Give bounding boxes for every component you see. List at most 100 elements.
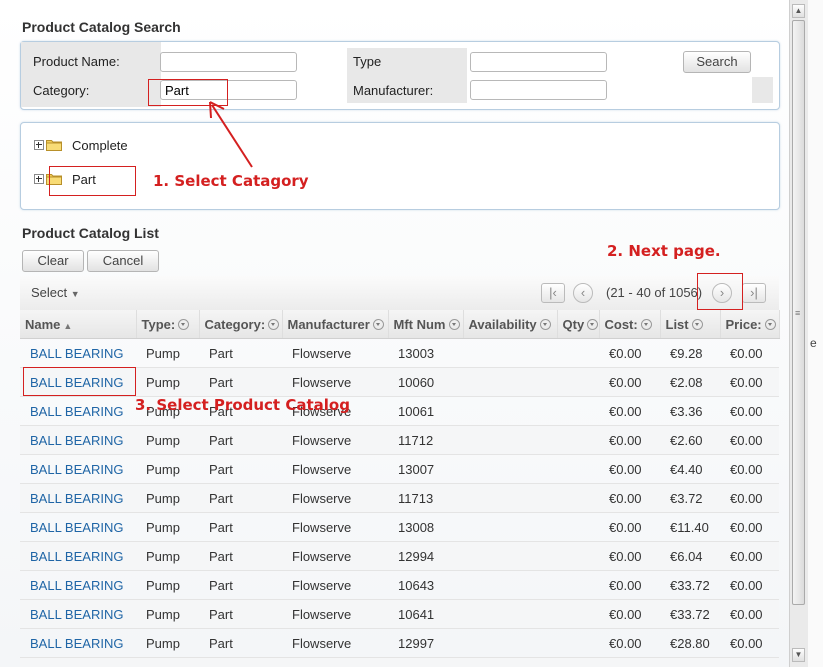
column-header-label: Cost: bbox=[604, 316, 638, 332]
vertical-scrollbar[interactable]: ▲ ≡ ▼ bbox=[789, 0, 808, 667]
manufacturer-input[interactable] bbox=[470, 80, 607, 100]
cell-name[interactable]: BALL BEARING bbox=[20, 541, 136, 571]
cell-manufacturer: Flowserve bbox=[282, 570, 388, 600]
table-row[interactable]: BALL BEARING Pump Part Flowserve 12994 €0.00 €… bbox=[20, 541, 779, 571]
cell-name[interactable]: BALL BEARING bbox=[20, 338, 136, 368]
cell-name[interactable]: BALL BEARING bbox=[20, 599, 136, 629]
column-header-mft-num[interactable]: Mft Num bbox=[388, 310, 464, 339]
table-row[interactable]: BALL BEARING Pump Part Flowserve 10643 €0.00 €… bbox=[20, 570, 779, 600]
cell-qty bbox=[557, 570, 599, 600]
table-row[interactable]: BALL BEARING Pump Part Flowserve 11712 €0.00 €… bbox=[20, 425, 779, 455]
cell-type: Pump bbox=[136, 657, 199, 667]
cell-manufacturer: Flowserve bbox=[282, 483, 388, 513]
cell-name[interactable]: BALL BEARING bbox=[20, 483, 136, 513]
cell-availability bbox=[463, 483, 557, 513]
cell-type: Pump bbox=[136, 483, 199, 513]
column-header-type[interactable]: Type: bbox=[136, 310, 200, 339]
table-row[interactable]: BALL BEARING Pump Part Flowserve 12997 €0.00 €… bbox=[20, 628, 779, 658]
last-page-icon[interactable]: ›| bbox=[742, 283, 766, 303]
cell-name[interactable]: BALL BEARING bbox=[20, 628, 136, 658]
cell-cost: €0.00 bbox=[599, 657, 660, 667]
cell-qty bbox=[557, 657, 599, 667]
column-header-price[interactable]: Price: bbox=[720, 310, 780, 339]
column-header-label: Manufacturer bbox=[287, 316, 370, 332]
cell-name[interactable]: BALL BEARING bbox=[20, 657, 136, 667]
cell-name[interactable]: BALL BEARING bbox=[20, 454, 136, 484]
scroll-down-icon[interactable]: ▼ bbox=[792, 648, 805, 662]
product-name-input[interactable] bbox=[160, 52, 297, 72]
annotation-step-3: 3. Select Product Catalog bbox=[135, 396, 350, 414]
cell-availability bbox=[463, 512, 557, 542]
table-row[interactable]: BALL BEARING Pump Part Flowserve 10641 €0.00 €… bbox=[20, 599, 779, 629]
scroll-up-icon[interactable]: ▲ bbox=[792, 4, 805, 18]
cell-cost: €0.00 bbox=[599, 541, 660, 571]
column-header-name[interactable]: Name ▲ bbox=[20, 310, 137, 339]
clear-button[interactable]: Clear bbox=[22, 250, 84, 272]
cell-list: €6.04 bbox=[660, 541, 720, 571]
select-dropdown[interactable]: Select ▼ bbox=[31, 285, 80, 300]
column-header-category[interactable]: Category: bbox=[199, 310, 283, 339]
cell-price: €0.00 bbox=[720, 338, 779, 368]
cell-name[interactable]: BALL BEARING bbox=[20, 512, 136, 542]
cell-mft-num: 12994 bbox=[388, 541, 463, 571]
table-row[interactable]: BALL BEARINGPumpPartFlowserve13000€0.00€… bbox=[20, 657, 779, 667]
tree-node-complete[interactable]: Complete bbox=[34, 136, 128, 154]
cell-price: €0.00 bbox=[720, 425, 779, 455]
cell-manufacturer: Flowserve bbox=[282, 367, 388, 397]
cell-list: €33.72 bbox=[660, 599, 720, 629]
cell-type: Pump bbox=[136, 570, 199, 600]
cell-mft-num: 12997 bbox=[388, 628, 463, 658]
cell-manufacturer: Flowserve bbox=[282, 599, 388, 629]
expand-icon[interactable] bbox=[34, 140, 44, 150]
cell-category: Part bbox=[199, 454, 282, 484]
column-header-label: Name bbox=[25, 316, 61, 332]
cell-availability bbox=[463, 599, 557, 629]
scrollbar-thumb[interactable]: ≡ bbox=[792, 20, 805, 605]
cell-list: €9.28 bbox=[660, 338, 720, 368]
search-button[interactable]: Search bbox=[683, 51, 751, 73]
cell-cost: €0.00 bbox=[599, 454, 660, 484]
table-row[interactable]: BALL BEARING Pump Part Flowserve 11713 €0.00 €… bbox=[20, 483, 779, 513]
sort-icon: ▲ bbox=[63, 320, 73, 331]
table-row[interactable]: BALL BEARING Pump Part Flowserve 13003 €0.00 €… bbox=[20, 338, 779, 368]
filter-icon bbox=[587, 318, 598, 330]
cancel-button[interactable]: Cancel bbox=[87, 250, 159, 272]
cell-name[interactable]: BALL BEARING bbox=[20, 570, 136, 600]
column-header-qty[interactable]: Qty bbox=[557, 310, 600, 339]
cell-category: Part bbox=[199, 599, 282, 629]
cell-price: €0.00 bbox=[720, 570, 779, 600]
first-page-icon[interactable]: |‹ bbox=[541, 283, 565, 303]
cell-name[interactable]: BALL BEARING bbox=[20, 425, 136, 455]
column-header-availability[interactable]: Availability bbox=[463, 310, 558, 339]
cell-availability bbox=[463, 454, 557, 484]
column-header-cost[interactable]: Cost: bbox=[599, 310, 661, 339]
cell-category: Part bbox=[199, 425, 282, 455]
cell-name[interactable]: BALL BEARING bbox=[20, 396, 136, 426]
table-row[interactable]: BALL BEARING Pump Part Flowserve 10061 €0.00 €… bbox=[20, 396, 779, 426]
table-row[interactable]: BALL BEARING Pump Part Flowserve 13008 €0.00 €… bbox=[20, 512, 779, 542]
cell-cost: €0.00 bbox=[599, 628, 660, 658]
filter-icon bbox=[268, 318, 280, 330]
cell-price: €0.00 bbox=[720, 483, 779, 513]
cell-mft-num: 13000 bbox=[388, 657, 463, 667]
column-header-manufacturer[interactable]: Manufacturer bbox=[282, 310, 389, 339]
cell-category: Part bbox=[199, 512, 282, 542]
cell-availability bbox=[463, 396, 557, 426]
type-input[interactable] bbox=[470, 52, 607, 72]
filter-icon bbox=[372, 318, 384, 330]
previous-page-icon[interactable]: ‹ bbox=[573, 283, 593, 303]
cell-list: €11.40 bbox=[660, 512, 720, 542]
folder-icon bbox=[46, 140, 62, 151]
cell-mft-num: 13007 bbox=[388, 454, 463, 484]
cell-qty bbox=[557, 338, 599, 368]
cell-price: €0.00 bbox=[720, 396, 779, 426]
cell-type: Pump bbox=[136, 338, 199, 368]
annotation-row-highlight bbox=[23, 367, 136, 396]
cell-qty bbox=[557, 483, 599, 513]
cell-category: Part bbox=[199, 541, 282, 571]
table-row[interactable]: BALL BEARING Pump Part Flowserve 13007 €0.00 €… bbox=[20, 454, 779, 484]
column-header-list[interactable]: List bbox=[660, 310, 721, 339]
expand-icon[interactable] bbox=[34, 174, 44, 184]
cell-category: Part bbox=[199, 628, 282, 658]
cell-category: Part bbox=[199, 570, 282, 600]
